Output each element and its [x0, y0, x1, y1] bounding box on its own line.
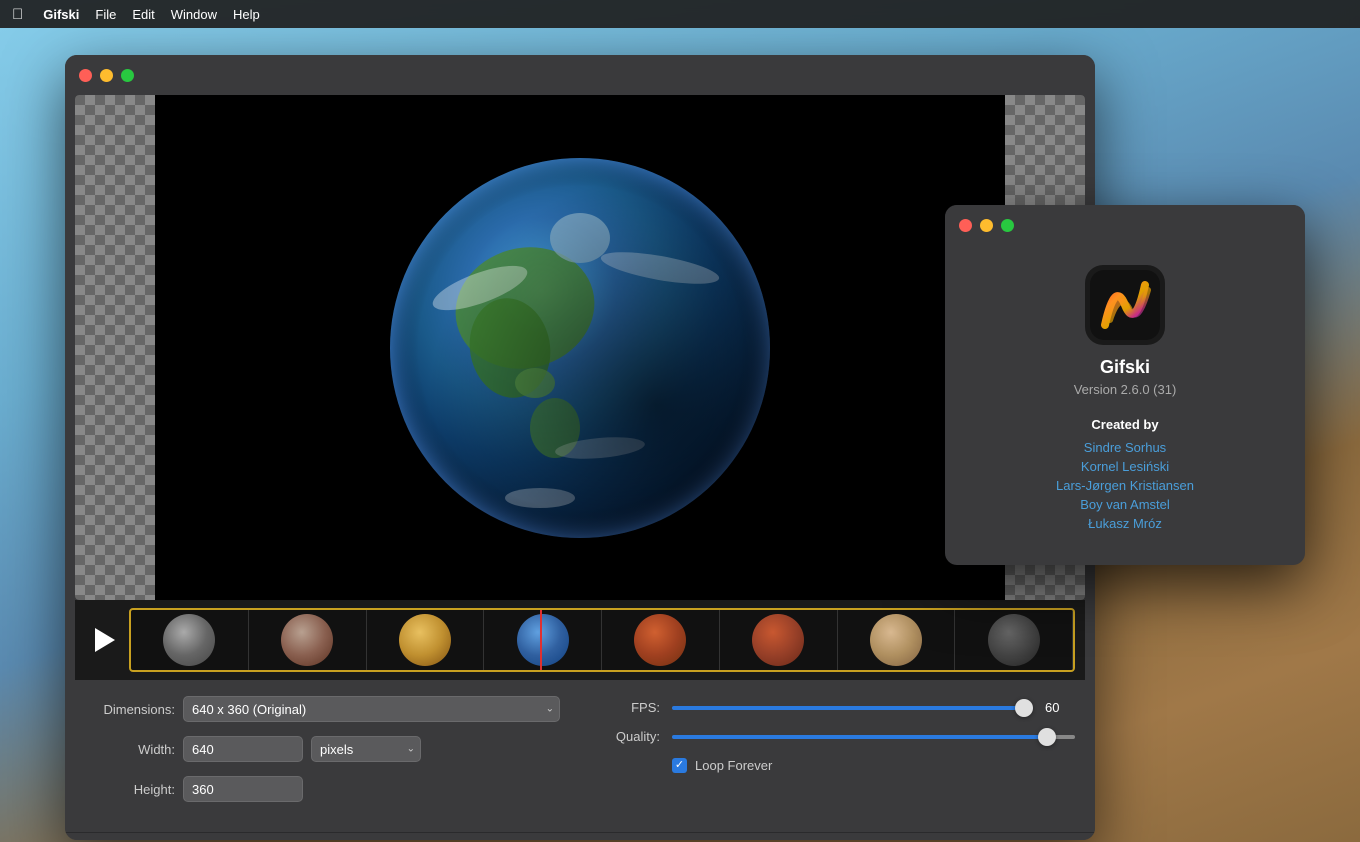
minimize-button[interactable]: [100, 69, 113, 82]
about-maximize-button[interactable]: [1001, 219, 1014, 232]
fps-slider[interactable]: [672, 706, 1033, 710]
planet-thumbnail: [281, 614, 333, 666]
earth-container: [155, 95, 1005, 600]
right-controls: FPS: 60 Quality: ✓ Loop Forever: [600, 696, 1075, 816]
timeline-area: [75, 600, 1085, 680]
bottom-bar: Estimated File Size: 368.6 MB Cancel Con…: [65, 832, 1095, 840]
planet-thumbnail: [163, 614, 215, 666]
left-controls: Dimensions: 640 x 360 (Original) 320 x 1…: [85, 696, 560, 816]
play-icon: [95, 628, 115, 652]
planet-thumbnail: [399, 614, 451, 666]
unit-select-wrapper: pixels percent ⌄: [311, 736, 421, 762]
play-button[interactable]: [85, 622, 121, 658]
frame-venus: [367, 610, 485, 670]
contributor-boy[interactable]: Boy van Amstel: [975, 497, 1275, 512]
menubar-edit[interactable]: Edit: [132, 7, 154, 22]
menubar-app-name[interactable]: Gifski: [43, 7, 79, 22]
dimensions-row: Dimensions: 640 x 360 (Original) 320 x 1…: [85, 696, 560, 722]
planet-thumbnail: [752, 614, 804, 666]
playhead: [540, 610, 542, 670]
dimensions-label: Dimensions:: [85, 702, 175, 717]
fps-value: 60: [1045, 700, 1075, 715]
app-icon: [1085, 265, 1165, 345]
app-icon-graphic: [1090, 270, 1160, 340]
quality-label: Quality:: [600, 729, 660, 744]
contributor-sindre[interactable]: Sindre Sorhus: [975, 440, 1275, 455]
frame-mars2: [720, 610, 838, 670]
frame-earth: [484, 610, 602, 670]
fps-label: FPS:: [600, 700, 660, 715]
about-created-by-label: Created by: [975, 417, 1275, 432]
height-input[interactable]: [183, 776, 303, 802]
apple-menu[interactable]: : [12, 6, 23, 23]
about-minimize-button[interactable]: [980, 219, 993, 232]
width-input[interactable]: [183, 736, 303, 762]
planet-thumbnail: [988, 614, 1040, 666]
earth-visualization: [380, 148, 780, 548]
contributor-lukasz[interactable]: Łukasz Mróz: [975, 516, 1275, 531]
close-button[interactable]: [79, 69, 92, 82]
height-row: Height:: [85, 776, 560, 802]
frame-mercury: [249, 610, 367, 670]
checkmark-icon: ✓: [675, 760, 684, 771]
contributor-lars[interactable]: Lars-Jørgen Kristiansen: [975, 478, 1275, 493]
height-label: Height:: [85, 782, 175, 797]
video-preview-area: [75, 95, 1085, 600]
about-content: Gifski Version 2.6.0 (31) Created by Sin…: [945, 245, 1305, 565]
quality-row: Quality:: [600, 729, 1075, 744]
planet-thumbnail: [517, 614, 569, 666]
maximize-button[interactable]: [121, 69, 134, 82]
fps-row: FPS: 60: [600, 700, 1075, 715]
about-app-name: Gifski: [975, 357, 1275, 378]
loop-label: Loop Forever: [695, 758, 772, 773]
menubar-help[interactable]: Help: [233, 7, 260, 22]
menubar-window[interactable]: Window: [171, 7, 217, 22]
width-row: Width: pixels percent ⌄: [85, 736, 560, 762]
video-content: [155, 95, 1005, 600]
unit-select[interactable]: pixels percent: [311, 736, 421, 762]
filmstrip[interactable]: [129, 608, 1075, 672]
frame-dark: [955, 610, 1073, 670]
about-window: Gifski Version 2.6.0 (31) Created by Sin…: [945, 205, 1305, 565]
main-window: Dimensions: 640 x 360 (Original) 320 x 1…: [65, 55, 1095, 840]
controls-area: Dimensions: 640 x 360 (Original) 320 x 1…: [65, 680, 1095, 832]
frame-mars1: [602, 610, 720, 670]
planet-thumbnail: [634, 614, 686, 666]
loop-checkbox[interactable]: ✓: [672, 758, 687, 773]
planet-thumbnail: [870, 614, 922, 666]
menubar:  Gifski File Edit Window Help: [0, 0, 1360, 28]
dimensions-select[interactable]: 640 x 360 (Original) 320 x 180 1280 x 72…: [183, 696, 560, 722]
about-close-button[interactable]: [959, 219, 972, 232]
window-titlebar: [65, 55, 1095, 95]
about-version: Version 2.6.0 (31): [975, 382, 1275, 397]
menubar-file[interactable]: File: [95, 7, 116, 22]
frame-jupiter: [838, 610, 956, 670]
width-label: Width:: [85, 742, 175, 757]
frame-moon: [131, 610, 249, 670]
quality-slider[interactable]: [672, 735, 1075, 739]
dimensions-select-wrapper: 640 x 360 (Original) 320 x 180 1280 x 72…: [183, 696, 560, 722]
loop-row: ✓ Loop Forever: [600, 758, 1075, 773]
about-titlebar: [945, 205, 1305, 245]
contributor-kornel[interactable]: Kornel Lesiński: [975, 459, 1275, 474]
